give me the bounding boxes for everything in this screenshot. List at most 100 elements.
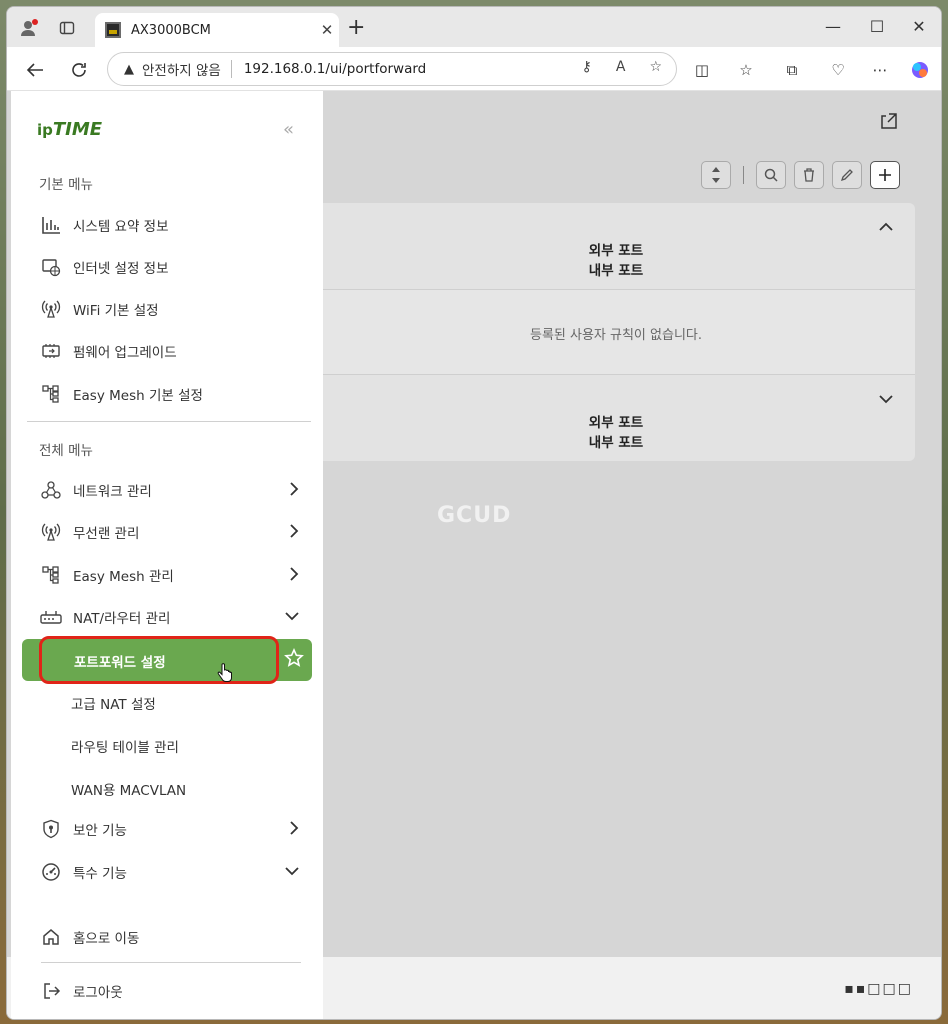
rule-toolbar: [701, 161, 900, 189]
col-internal-port-footer: 내부 포트: [588, 435, 644, 451]
url-text[interactable]: 192.168.0.1/ui/portforward: [244, 61, 426, 77]
sidebar-item-special[interactable]: 특수 기능: [21, 852, 311, 892]
bar-chart-icon: [39, 213, 63, 237]
sidebar-subitem-routing-table[interactable]: 라우팅 테이블 관리: [71, 736, 179, 756]
sidebar-item-nat-router[interactable]: NAT/라우터 관리: [21, 597, 311, 637]
mesh-tree-icon: [39, 382, 63, 406]
empty-message: 등록된 사용자 규칙이 없습니다.: [529, 328, 702, 343]
profile-icon[interactable]: [15, 15, 43, 41]
sidebar-item-label: 무선랜 관리: [73, 526, 140, 542]
chevron-down-icon[interactable]: [879, 389, 893, 408]
sidebar-item-security[interactable]: 보안 기능: [21, 809, 311, 849]
copilot-icon[interactable]: [907, 57, 933, 83]
hand-cursor-icon: [217, 663, 233, 687]
chevron-right-icon: [289, 567, 299, 585]
sidebar-item-label: 홈으로 이동: [73, 931, 140, 947]
sidebar-item-label: WiFi 기본 설정: [73, 303, 159, 319]
logout-icon: [39, 979, 63, 1003]
chip-icon: [39, 339, 63, 363]
sidebar-item-firmware[interactable]: 펌웨어 업그레이드: [21, 331, 311, 371]
edit-button[interactable]: [832, 161, 862, 189]
sidebar-item-label: 특수 기능: [73, 866, 127, 882]
sidebar-item-logout[interactable]: 로그아웃: [21, 971, 311, 1011]
browser-window: AX3000BCM ✕ + — ☐ ✕ ▲ 안전하지 않음 192.168.0.…: [6, 6, 942, 1020]
basic-menu-title: 기본 메뉴: [39, 177, 93, 193]
home-icon: [39, 925, 63, 949]
refresh-button[interactable]: [65, 57, 93, 83]
add-rule-button[interactable]: [870, 161, 900, 189]
sidebar-item-system-summary[interactable]: 시스템 요약 정보: [21, 205, 311, 245]
network-icon: [39, 478, 63, 502]
chevron-right-icon: [289, 821, 299, 839]
browser-essentials-icon[interactable]: ♡: [825, 57, 851, 83]
router-icon: [39, 605, 63, 629]
split-screen-icon[interactable]: ◫: [689, 57, 715, 83]
chevron-down-icon: [285, 609, 299, 625]
sidebar-item-easymesh[interactable]: Easy Mesh 관리: [21, 555, 311, 595]
url-input[interactable]: ▲ 안전하지 않음 192.168.0.1/ui/portforward ⚷ A…: [107, 52, 677, 86]
sort-button[interactable]: [701, 161, 731, 189]
delete-button[interactable]: [794, 161, 824, 189]
new-tab-button[interactable]: +: [347, 17, 365, 39]
security-label[interactable]: 안전하지 않음: [142, 59, 221, 79]
chevron-right-icon: [289, 524, 299, 542]
menu-divider: [41, 962, 301, 963]
chevron-up-icon[interactable]: [879, 217, 893, 236]
maximize-button[interactable]: ☐: [857, 17, 897, 36]
collections-icon[interactable]: ⧉: [779, 57, 805, 83]
sidebar-item-network[interactable]: 네트워크 관리: [21, 470, 311, 510]
back-button[interactable]: [21, 57, 49, 83]
omnibox-divider: [230, 60, 232, 78]
sidebar: ipTIME « 기본 메뉴 시스템 요약 정보 인터넷 설정 정보 WiFi …: [11, 91, 323, 1019]
red-highlight-box: [39, 636, 279, 684]
active-tab[interactable]: AX3000BCM ✕: [95, 13, 339, 47]
close-window-button[interactable]: ✕: [899, 17, 939, 36]
router-favicon-icon: [105, 22, 121, 38]
table-footer: 외부 포트 내부 포트: [317, 375, 915, 461]
all-menu-title: 전체 메뉴: [39, 443, 93, 459]
menu-divider: [27, 421, 311, 422]
omnibox-actions: ⚷ A ☆: [582, 59, 662, 75]
tab-close-icon[interactable]: ✕: [315, 21, 339, 39]
sidebar-item-wireless[interactable]: 무선랜 관리: [21, 512, 311, 552]
warning-icon[interactable]: ▲: [124, 62, 134, 77]
tab-actions-icon[interactable]: [53, 15, 81, 41]
search-button[interactable]: [756, 161, 786, 189]
sidebar-item-label: Easy Mesh 관리: [73, 569, 174, 585]
sidebar-item-wifi-basic[interactable]: WiFi 기본 설정: [21, 289, 311, 329]
sidebar-subitem-advanced-nat[interactable]: 고급 NAT 설정: [71, 693, 156, 713]
sidebar-item-home[interactable]: 홈으로 이동: [21, 917, 311, 957]
read-aloud-icon[interactable]: A: [616, 59, 626, 75]
favorites-icon[interactable]: ☆: [733, 57, 759, 83]
sidebar-item-internet-info[interactable]: 인터넷 설정 정보: [21, 247, 311, 287]
col-external-port-footer: 외부 포트: [588, 415, 644, 431]
more-menu-icon[interactable]: ⋯: [867, 57, 893, 83]
sidebar-item-easymesh-basic[interactable]: Easy Mesh 기본 설정: [21, 374, 311, 414]
export-icon[interactable]: [879, 111, 899, 135]
sidebar-item-label: Easy Mesh 기본 설정: [73, 388, 203, 404]
password-key-icon[interactable]: ⚷: [582, 59, 592, 75]
col-external-port: 외부 포트: [588, 243, 644, 259]
favorite-star-icon[interactable]: ☆: [649, 59, 662, 75]
collapse-sidebar-icon[interactable]: «: [283, 119, 294, 140]
sidebar-item-label: 시스템 요약 정보: [73, 219, 169, 235]
watermark-logo: GCUD: [437, 503, 512, 528]
iptime-logo[interactable]: ipTIME: [37, 119, 102, 140]
sidebar-subitem-wan-macvlan[interactable]: WAN용 MACVLAN: [71, 779, 186, 799]
star-icon[interactable]: [284, 648, 304, 672]
col-internal-port: 내부 포트: [588, 263, 644, 279]
chevron-right-icon: [289, 482, 299, 500]
sidebar-item-label: 펌웨어 업그레이드: [73, 345, 177, 361]
minimize-button[interactable]: —: [813, 17, 853, 36]
globe-window-icon: [39, 255, 63, 279]
toolbar-divider: [743, 166, 744, 184]
chevron-down-icon: [285, 864, 299, 880]
sidebar-item-label: NAT/라우터 관리: [73, 611, 171, 627]
tab-title: AX3000BCM: [131, 22, 211, 38]
sidebar-item-label: 로그아웃: [73, 985, 123, 1001]
wifi-antenna-icon: [39, 297, 63, 321]
table-header: 외부 포트 내부 포트: [317, 203, 915, 289]
shield-lock-icon: [39, 817, 63, 841]
pagination[interactable]: ▪▪□□□: [844, 981, 913, 997]
address-bar: ▲ 안전하지 않음 192.168.0.1/ui/portforward ⚷ A…: [7, 47, 941, 91]
